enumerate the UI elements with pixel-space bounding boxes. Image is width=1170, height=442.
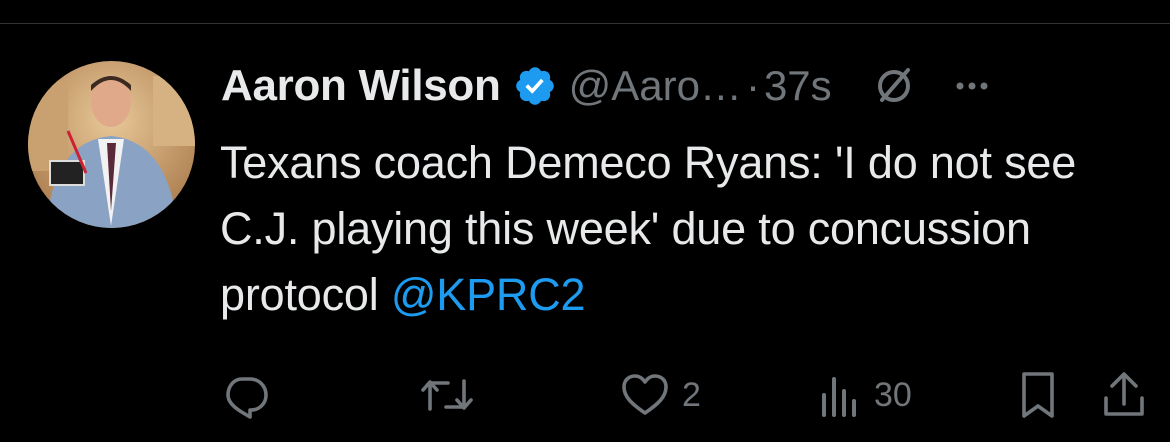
tweet-body-text: Texans coach Demeco Ryans: 'I do not see… bbox=[220, 137, 1077, 320]
share-icon bbox=[1104, 372, 1144, 416]
avatar[interactable] bbox=[28, 61, 195, 228]
divider bbox=[0, 23, 1170, 24]
views-icon bbox=[822, 377, 856, 417]
like-count: 2 bbox=[682, 375, 701, 414]
views-count: 30 bbox=[874, 375, 912, 414]
share-button[interactable] bbox=[1102, 360, 1146, 430]
grok-icon[interactable] bbox=[872, 64, 916, 108]
more-icon[interactable] bbox=[952, 66, 992, 106]
timestamp[interactable]: 37s bbox=[764, 62, 832, 110]
views-button[interactable]: 30 bbox=[818, 360, 912, 430]
like-button[interactable]: 2 bbox=[620, 360, 701, 430]
bookmark-button[interactable] bbox=[1018, 360, 1058, 430]
author-name[interactable]: Aaron Wilson bbox=[221, 61, 501, 111]
action-bar: 2 30 bbox=[0, 360, 1170, 430]
like-icon bbox=[622, 374, 668, 415]
tweet-text: Texans coach Demeco Ryans: 'I do not see… bbox=[220, 130, 1140, 328]
verified-badge-icon bbox=[513, 64, 557, 108]
tweet-header: Aaron Wilson @Aaro… · 37s bbox=[221, 56, 1151, 116]
mention-link[interactable]: @KPRC2 bbox=[391, 269, 586, 320]
bookmark-icon bbox=[1022, 372, 1054, 418]
separator-dot: · bbox=[745, 62, 760, 109]
reply-icon bbox=[226, 377, 268, 419]
retweet-button[interactable] bbox=[420, 360, 486, 430]
reply-button[interactable] bbox=[222, 360, 282, 430]
retweet-icon bbox=[421, 379, 473, 411]
author-handle[interactable]: @Aaro… bbox=[569, 62, 742, 110]
